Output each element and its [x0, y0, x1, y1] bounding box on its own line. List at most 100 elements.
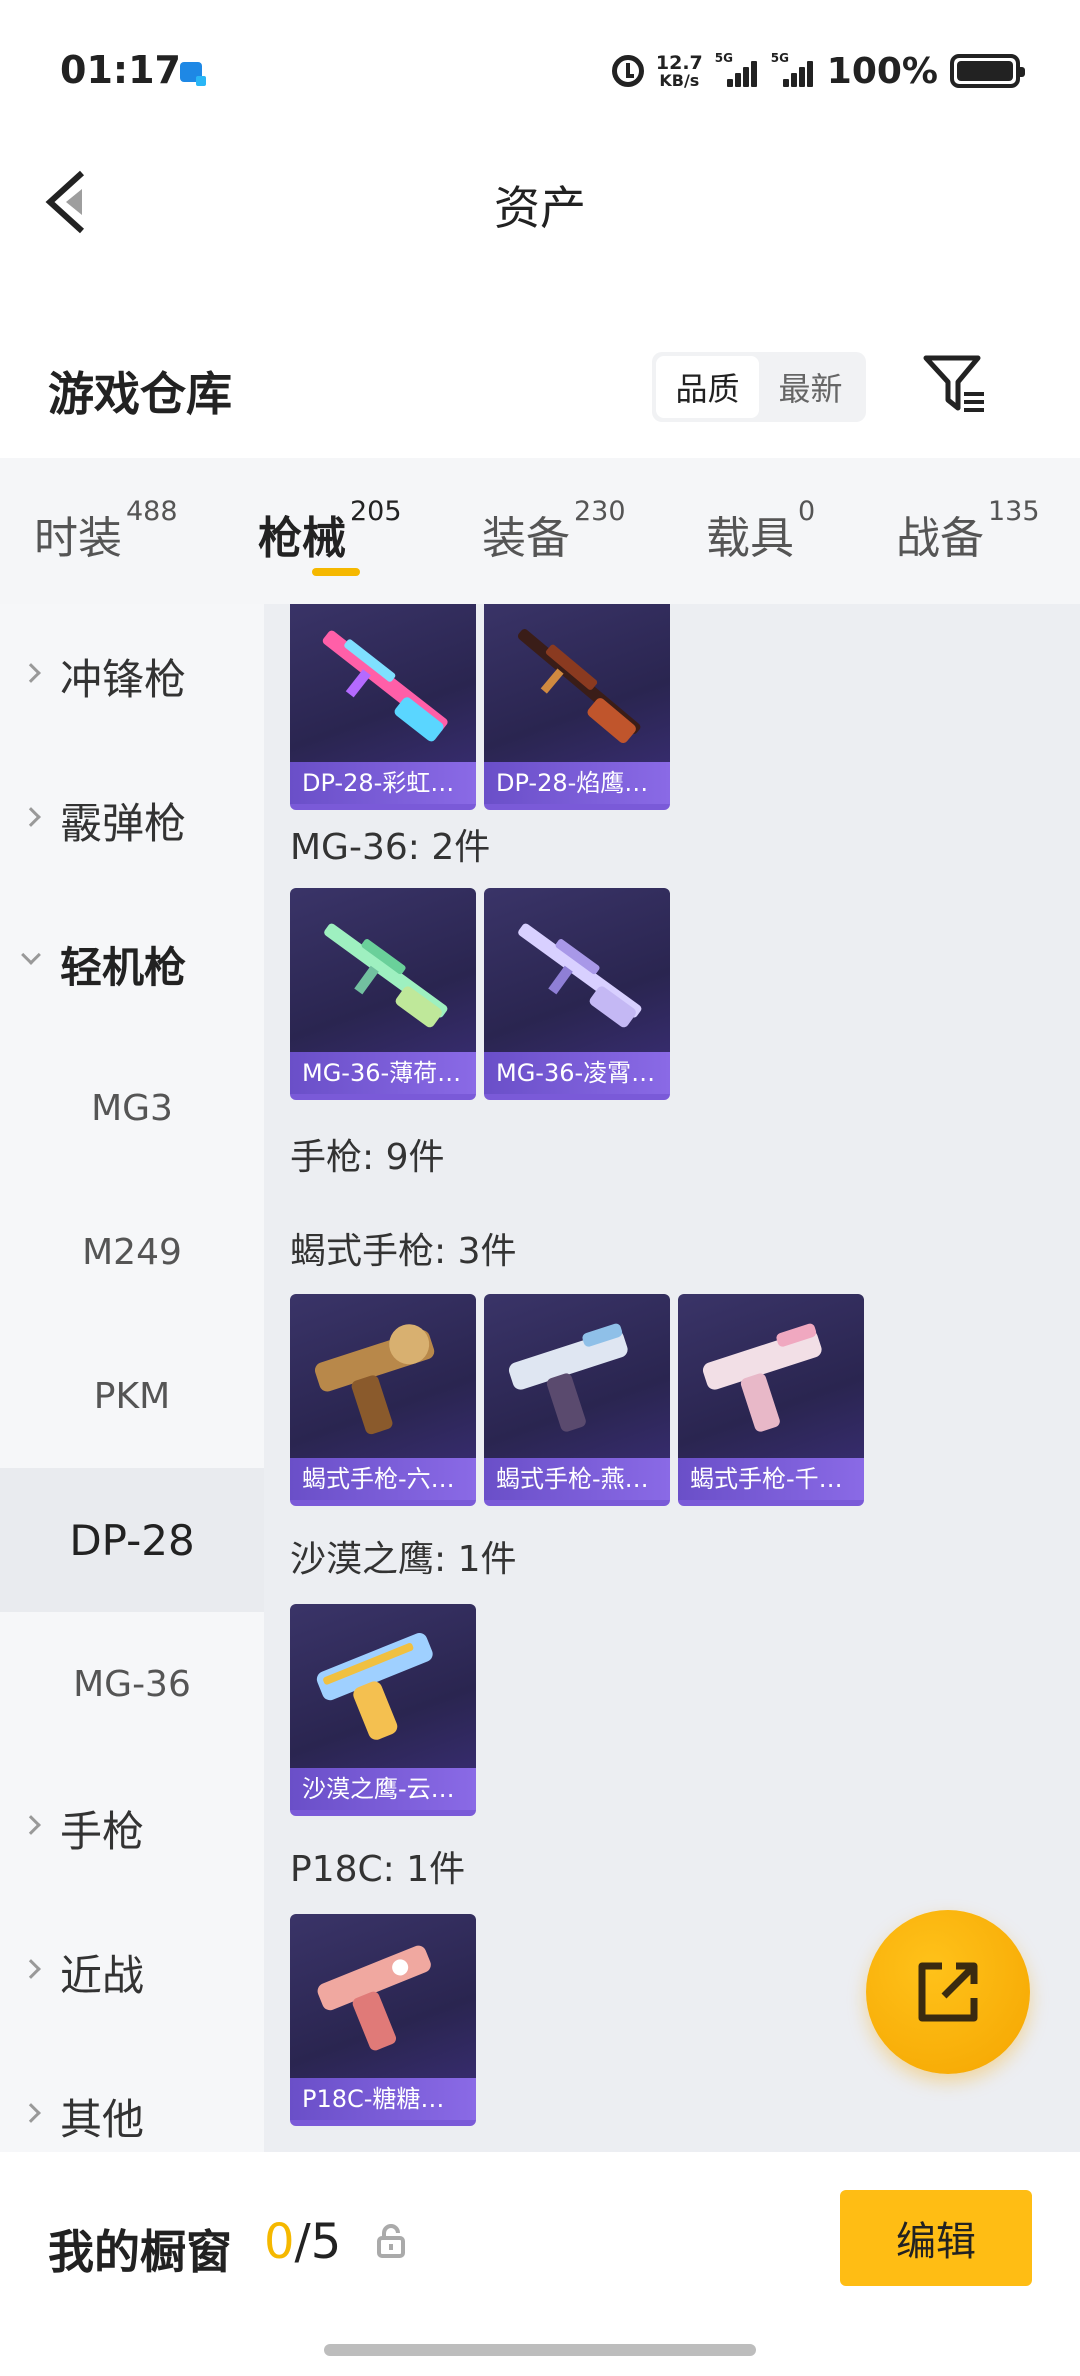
tab-fashion[interactable]: 时装488 [34, 496, 178, 566]
weapon-card[interactable]: 蝎式手枪-千… [678, 1294, 864, 1506]
alarm-icon [611, 55, 644, 87]
net-speed: 12.7 KB/s [655, 51, 703, 90]
chevron-right-icon [21, 1959, 41, 1979]
weapon-card-name: DP-28-焰鹰… [484, 762, 670, 804]
sidebar-subitem-mg36[interactable]: MG-36 [0, 1612, 264, 1756]
sidebar-item-pistol[interactable]: 手枪 [0, 1756, 264, 1900]
chevron-right-icon [21, 2103, 41, 2123]
tab-label: 战备 [896, 513, 984, 564]
net-speed-value: 12.7 [655, 51, 703, 74]
signal-label: 5G [770, 51, 789, 65]
tab-count: 488 [126, 496, 178, 527]
pistol-icon [508, 1323, 628, 1432]
sort-option-quality[interactable]: 品质 [656, 356, 759, 418]
share-icon [918, 1962, 978, 2022]
home-indicator[interactable] [324, 2344, 756, 2356]
net-speed-unit: KB/s [659, 70, 700, 90]
tab-count: 205 [350, 496, 402, 527]
battery-icon [950, 54, 1025, 88]
sidebar-item-label: 冲锋枪 [60, 654, 187, 704]
status-bar: 01:17 12.7 KB/s 5G 5G 100% [0, 0, 1080, 140]
weapon-card[interactable]: DP-28-焰鹰… [484, 604, 670, 810]
weapon-card-name: 蝎式手枪-燕… [484, 1458, 670, 1500]
sidebar-subitem-mg3[interactable]: MG3 [0, 1036, 264, 1180]
group-label: 手枪: 9件 [290, 1137, 445, 1178]
rifle-icon [322, 630, 448, 742]
group-label: P18C: 1件 [290, 1849, 466, 1890]
chevron-down-icon [21, 945, 41, 965]
weapon-card[interactable]: 蝎式手枪-六… [290, 1294, 476, 1506]
group-label: 蝎式手枪: 3件 [290, 1231, 517, 1272]
showcase-bar: 我的橱窗 0/5 编辑 [0, 2152, 1080, 2376]
chevron-right-icon [21, 663, 41, 683]
sidebar-item-label: 轻机枪 [60, 942, 187, 992]
active-tab-indicator [312, 568, 360, 576]
status-indicators: 12.7 KB/s 5G 5G 100% [611, 46, 1025, 96]
tab-count: 135 [988, 496, 1040, 527]
weapon-card-name: 蝎式手枪-六… [290, 1458, 476, 1500]
sidebar-subitem-dp28[interactable]: DP-28 [0, 1468, 264, 1612]
showcase-count-current: 0 [264, 2214, 295, 2270]
signal-icon: 5G [770, 51, 815, 89]
signal-label: 5G [714, 51, 733, 65]
page-title: 资产 [494, 181, 586, 235]
tab-label: 枪械 [258, 513, 346, 564]
rifle-icon [517, 629, 641, 744]
weapon-card-name: 沙漠之鹰-云… [290, 1768, 476, 1810]
weapon-card-name: DP-28-彩虹… [290, 762, 476, 804]
chevron-right-icon [21, 807, 41, 827]
app-notification-icon [180, 62, 206, 86]
tab-equipment[interactable]: 装备230 [482, 496, 626, 566]
lock-icon [377, 2224, 405, 2258]
pistol-icon [317, 1945, 431, 2051]
weapon-card[interactable]: 沙漠之鹰-云… [290, 1604, 476, 1816]
status-time: 01:17 [60, 48, 181, 92]
tab-count: 0 [798, 496, 816, 527]
showcase-count-total: /5 [294, 2214, 342, 2270]
sidebar-subitem-m249[interactable]: M249 [0, 1180, 264, 1324]
sidebar-item-smg[interactable]: 冲锋枪 [0, 604, 264, 748]
weapon-card[interactable]: MG-36-凌霄… [484, 888, 670, 1100]
weapon-card-name: P18C-糖糖… [290, 2078, 476, 2120]
weapon-card[interactable]: DP-28-彩虹… [290, 604, 476, 810]
showcase-count: 0/5 [264, 2214, 341, 2270]
weapon-category-sidebar: 冲锋枪 霰弹枪 轻机枪 MG3 M249 PKM DP-28 MG-36 手枪 … [0, 604, 264, 2152]
share-button[interactable] [866, 1910, 1030, 2074]
sidebar-subitem-pkm[interactable]: PKM [0, 1324, 264, 1468]
weapon-card-name: 蝎式手枪-千… [678, 1458, 864, 1500]
sidebar-item-lmg[interactable]: 轻机枪 [0, 892, 264, 1036]
showcase-label: 我的橱窗 [48, 2225, 232, 2279]
weapon-card[interactable]: P18C-糖糖… [290, 1914, 476, 2126]
tab-label: 载具 [706, 513, 794, 564]
weapon-card[interactable]: 蝎式手枪-燕… [484, 1294, 670, 1506]
signal-icon: 5G [714, 51, 759, 89]
weapon-card-name: MG-36-凌霄… [484, 1052, 670, 1094]
rifle-icon [324, 923, 448, 1028]
weapon-card[interactable]: MG-36-薄荷… [290, 888, 476, 1100]
group-label: 沙漠之鹰: 1件 [290, 1539, 517, 1580]
tab-vehicles[interactable]: 载具0 [706, 496, 815, 566]
sort-option-newest[interactable]: 最新 [759, 356, 862, 418]
filter-icon[interactable] [922, 354, 986, 416]
group-label: MG-36: 2件 [290, 827, 491, 868]
sidebar-item-melee[interactable]: 近战 [0, 1900, 264, 2044]
chevron-right-icon [21, 1815, 41, 1835]
pistol-icon [316, 1633, 433, 1740]
sidebar-item-label: 其他 [60, 2094, 145, 2144]
tab-supplies[interactable]: 战备135 [896, 496, 1040, 566]
tab-label: 装备 [482, 513, 570, 564]
battery-percent: 100% [826, 50, 938, 92]
weapon-card-name: MG-36-薄荷… [290, 1052, 476, 1094]
category-tabs: 时装488 枪械205 装备230 载具0 战备135 [0, 458, 1080, 604]
tab-count: 230 [574, 496, 626, 527]
rifle-icon [518, 923, 642, 1028]
sidebar-item-label: 霰弹枪 [60, 798, 187, 848]
sort-toggle: 品质 最新 [652, 352, 866, 422]
sidebar-item-label: 手枪 [60, 1806, 145, 1856]
sidebar-item-shotgun[interactable]: 霰弹枪 [0, 748, 264, 892]
tab-guns[interactable]: 枪械205 [258, 496, 402, 566]
pistol-icon [702, 1323, 822, 1432]
edit-button[interactable]: 编辑 [840, 2190, 1032, 2286]
pistol-icon [314, 1324, 435, 1435]
tab-label: 时装 [34, 513, 122, 564]
